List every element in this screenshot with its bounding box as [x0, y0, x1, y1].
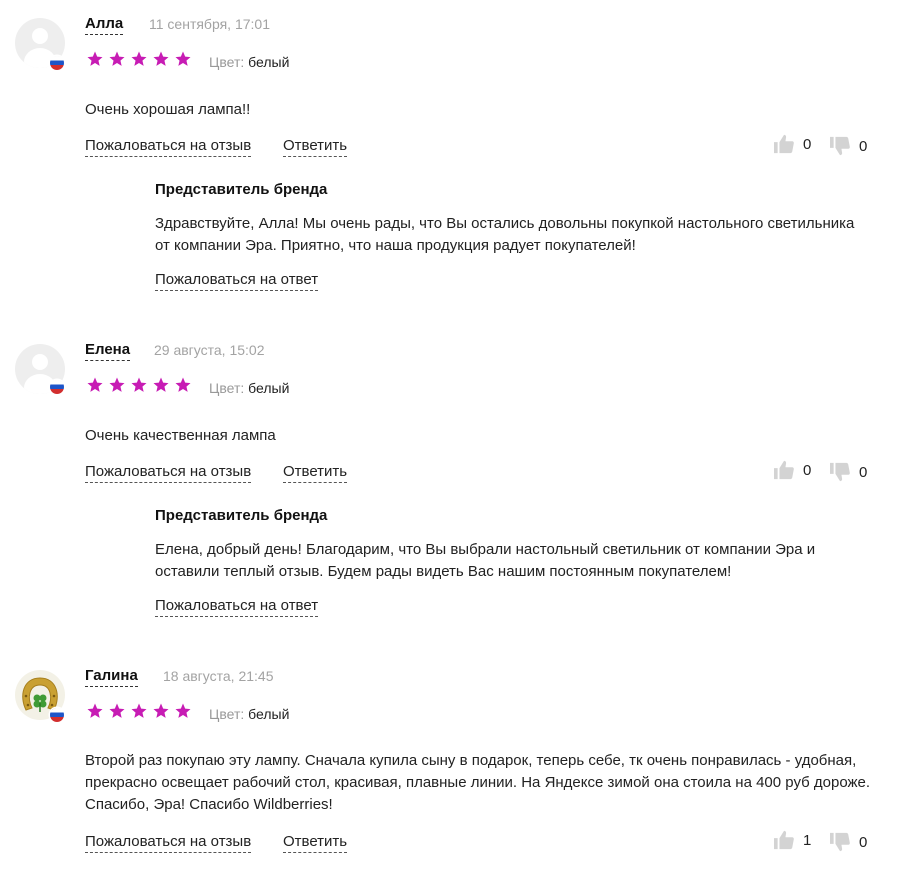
russia-flag-icon — [50, 56, 64, 70]
review-date: 18 августа, 21:45 — [163, 668, 274, 684]
russia-flag-icon — [50, 380, 64, 394]
star-icon — [131, 377, 147, 392]
rating-stars — [86, 376, 192, 394]
brand-answer-text: Елена, добрый день! Благодарим, что Вы в… — [155, 541, 816, 580]
review-date: 11 сентября, 17:01 — [149, 16, 270, 32]
like-count: 1 — [803, 831, 812, 849]
complain-review-link[interactable]: Пожаловаться на отзыв — [85, 136, 252, 157]
color-value: белый — [248, 706, 290, 722]
like-button[interactable]: 1 — [773, 830, 811, 850]
review-date: 29 августа, 15:02 — [154, 342, 265, 358]
brand-answer-title: Представитель бренда — [155, 507, 328, 524]
star-icon — [175, 377, 191, 392]
color-label: Цвет: — [209, 54, 245, 70]
reviewer-name[interactable]: Алла — [85, 14, 124, 35]
reply-link[interactable]: Ответить — [283, 832, 348, 853]
star-icon — [175, 51, 191, 66]
thumbs-up-icon — [774, 460, 794, 480]
color-value: белый — [248, 380, 290, 396]
thumbs-down-icon — [830, 832, 850, 852]
review-text: Очень хорошая лампа!! — [85, 101, 251, 118]
brand-answer-text: Здравствуйте, Алла! Мы очень рады, что В… — [155, 215, 855, 254]
dislike-button[interactable]: 0 — [829, 462, 867, 482]
complain-answer-link[interactable]: Пожаловаться на ответ — [155, 270, 319, 291]
star-icon — [87, 377, 103, 392]
star-icon — [87, 51, 103, 66]
star-icon — [109, 51, 125, 66]
like-button[interactable]: 0 — [773, 134, 811, 154]
complain-answer-link[interactable]: Пожаловаться на ответ — [155, 596, 319, 617]
dislike-button[interactable]: 0 — [829, 832, 867, 852]
review-text: Второй раз покупаю эту лампу. Сначала ку… — [85, 752, 871, 813]
russia-flag-icon — [50, 708, 64, 722]
reply-link[interactable]: Ответить — [283, 462, 348, 483]
reviewer-name[interactable]: Елена — [85, 340, 131, 361]
star-icon — [153, 377, 169, 392]
star-icon — [87, 703, 103, 718]
star-icon — [153, 703, 169, 718]
reviewer-name[interactable]: Галина — [85, 666, 138, 687]
color-value: белый — [248, 54, 290, 70]
brand-answer-title: Представитель бренда — [155, 181, 328, 198]
star-icon — [175, 703, 191, 718]
complain-review-link[interactable]: Пожаловаться на отзыв — [85, 462, 252, 483]
reply-link[interactable]: Ответить — [283, 136, 348, 157]
complain-review-link[interactable]: Пожаловаться на отзыв — [85, 832, 252, 853]
dislike-count: 0 — [859, 833, 868, 851]
star-icon — [109, 377, 125, 392]
review-text: Очень качественная лампа — [85, 427, 276, 444]
dislike-button[interactable]: 0 — [829, 136, 867, 156]
color-label: Цвет: — [209, 706, 245, 722]
rating-stars — [86, 702, 192, 720]
like-count: 0 — [803, 135, 812, 153]
dislike-count: 0 — [859, 463, 868, 481]
thumbs-up-icon — [774, 134, 794, 154]
thumbs-down-icon — [830, 462, 850, 482]
like-count: 0 — [803, 461, 812, 479]
rating-stars — [86, 50, 192, 68]
thumbs-up-icon — [774, 830, 794, 850]
color-info: Цвет: белый — [209, 379, 289, 397]
color-info: Цвет: белый — [209, 705, 289, 723]
color-info: Цвет: белый — [209, 53, 289, 71]
thumbs-down-icon — [830, 136, 850, 156]
star-icon — [131, 51, 147, 66]
star-icon — [153, 51, 169, 66]
star-icon — [109, 703, 125, 718]
star-icon — [131, 703, 147, 718]
color-label: Цвет: — [209, 380, 245, 396]
dislike-count: 0 — [859, 137, 868, 155]
like-button[interactable]: 0 — [773, 460, 811, 480]
